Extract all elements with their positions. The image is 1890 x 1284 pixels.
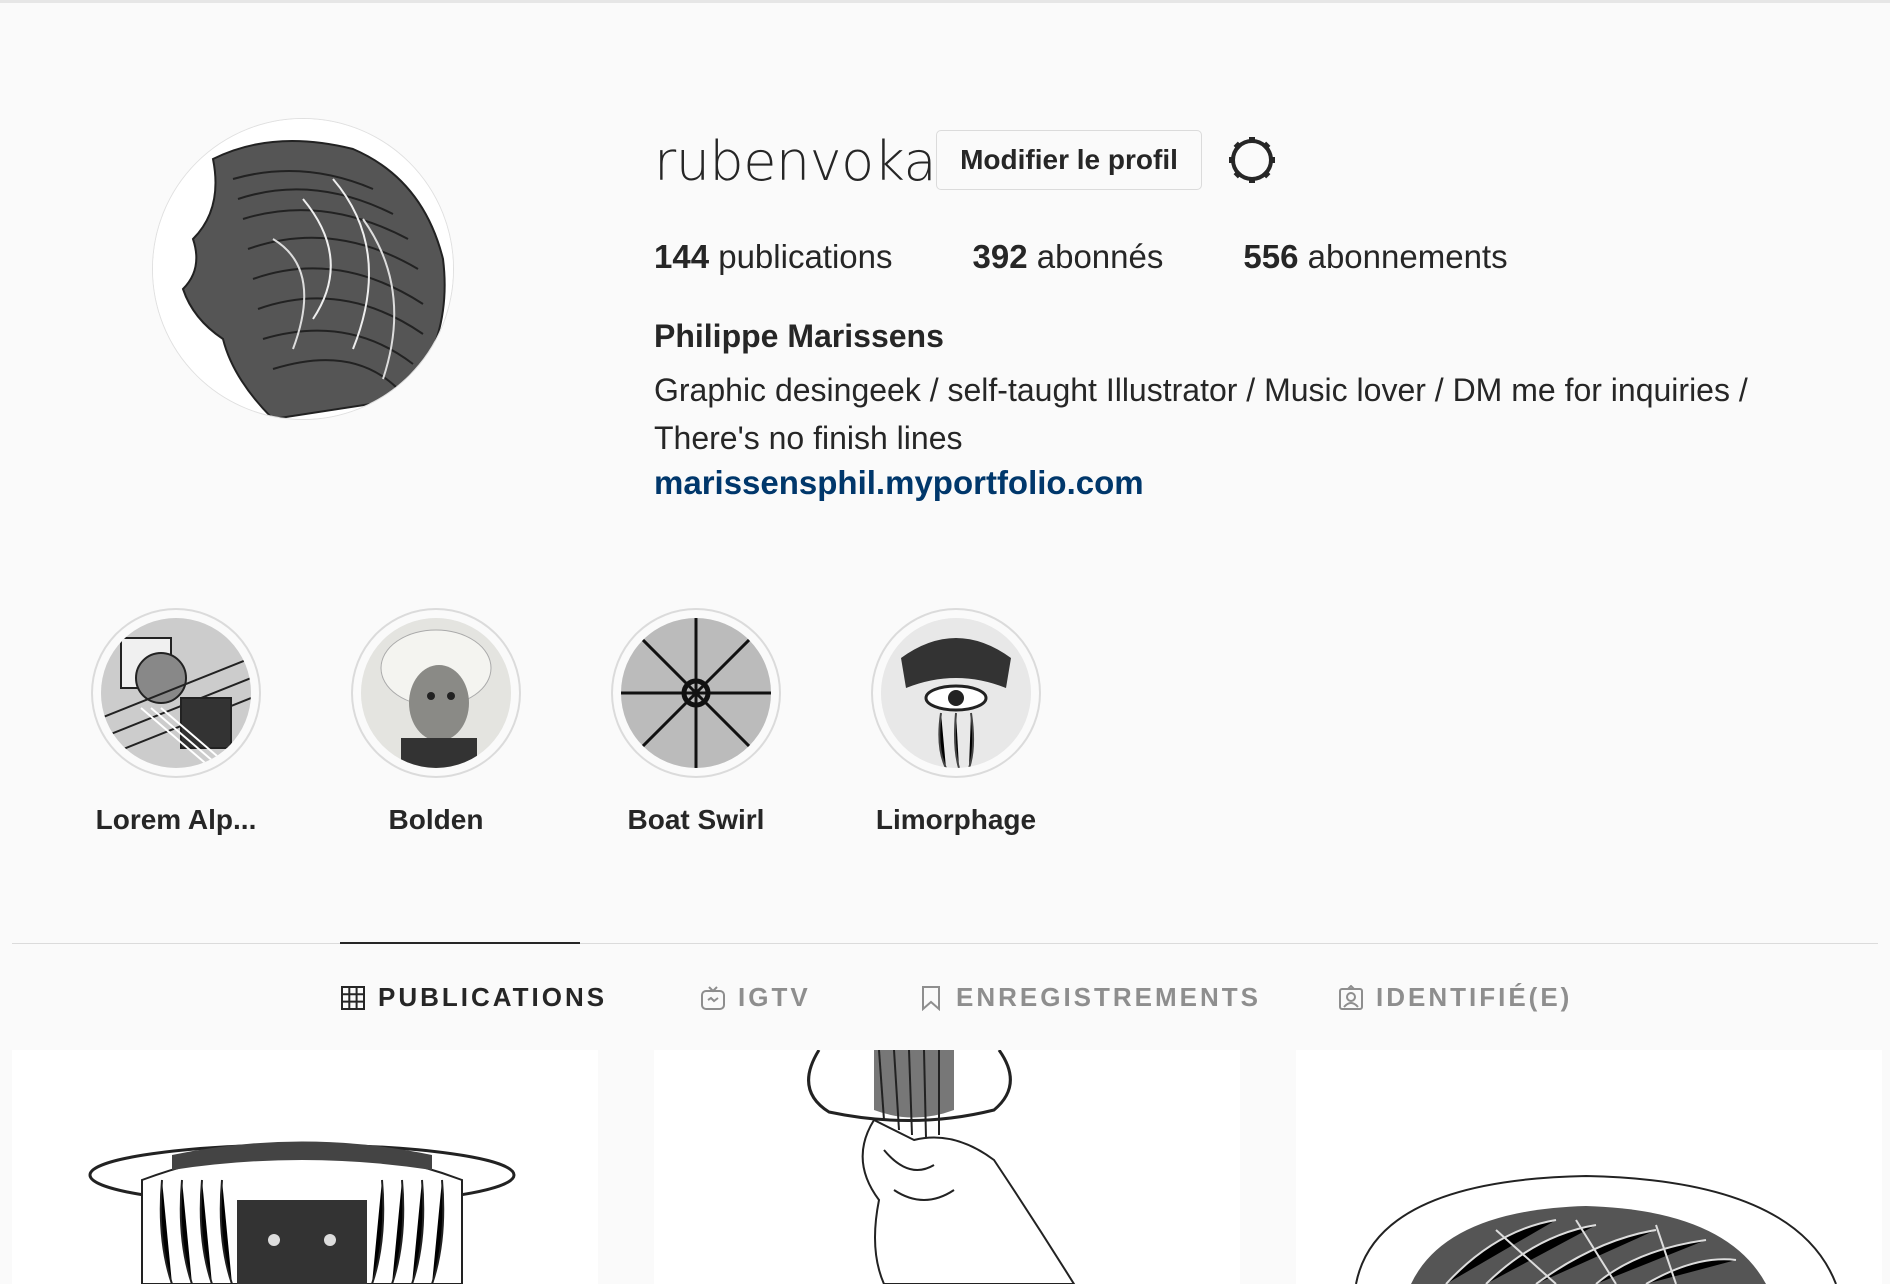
edit-profile-button[interactable]: Modifier le profil	[936, 130, 1202, 190]
tab-tagged[interactable]: IDENTIFIÉ(E)	[1338, 982, 1572, 1013]
top-divider	[0, 0, 1890, 3]
following-stat[interactable]: 556 abonnements	[1243, 238, 1507, 276]
profile-bio: Graphic desingeek / self-taught Illustra…	[654, 372, 1748, 456]
following-count: 556	[1243, 238, 1299, 275]
tagged-icon	[1339, 984, 1363, 1010]
tab-label: IDENTIFIÉ(E)	[1376, 982, 1573, 1012]
tabs-divider	[12, 943, 1878, 944]
active-tab-indicator	[340, 942, 580, 944]
profile-website-link[interactable]: marissensphil.myportfolio.com	[654, 464, 1144, 502]
followers-label: abonnés	[1027, 238, 1164, 275]
posts-count: 144	[654, 238, 710, 275]
avatar-illustration	[153, 119, 453, 419]
tab-saved[interactable]: ENREGISTREMENTS	[918, 982, 1261, 1013]
post-thumbnail[interactable]	[12, 1050, 598, 1284]
highlight-label: Boat Swirl	[627, 804, 765, 835]
highlight-thumbnail	[361, 618, 511, 768]
settings-gear-icon[interactable]	[1226, 134, 1278, 186]
igtv-icon	[701, 985, 725, 1010]
posts-label: publications	[709, 238, 893, 275]
tab-publications[interactable]: PUBLICATIONS	[340, 982, 607, 1013]
tab-label: ENREGISTREMENTS	[956, 982, 1262, 1012]
highlight-lorem-alp[interactable]: Lorem Alp...	[76, 608, 276, 836]
profile-full-name: Philippe Marissens	[654, 318, 944, 354]
posts-stat: 144 publications	[654, 238, 893, 276]
highlight-ring	[351, 608, 521, 778]
post-thumbnail[interactable]	[654, 1050, 1240, 1284]
highlight-label: Lorem Alp...	[95, 804, 257, 835]
profile-username: rubenvoka	[654, 130, 937, 193]
highlight-limorphage[interactable]: Limorphage	[856, 608, 1056, 836]
grid-icon	[341, 985, 365, 1010]
followers-count: 392	[972, 238, 1028, 275]
profile-stats: 144 publications 392 abonnés 556 abonnem…	[654, 238, 1588, 276]
highlight-thumbnail	[881, 618, 1031, 768]
highlight-ring	[611, 608, 781, 778]
bookmark-icon	[922, 985, 940, 1011]
tab-label: PUBLICATIONS	[378, 982, 608, 1012]
tab-label: IGTV	[738, 982, 811, 1012]
highlight-boat-swirl[interactable]: Boat Swirl	[596, 608, 796, 836]
highlight-ring	[871, 608, 1041, 778]
highlight-ring	[91, 608, 261, 778]
highlight-thumbnail	[621, 618, 771, 768]
profile-avatar[interactable]	[152, 118, 454, 420]
highlight-thumbnail	[101, 618, 251, 768]
highlight-bolden[interactable]: Bolden	[336, 608, 536, 836]
highlight-label: Limorphage	[875, 804, 1037, 835]
following-label: abonnements	[1298, 238, 1508, 275]
tab-igtv[interactable]: IGTV	[700, 982, 811, 1013]
highlight-label: Bolden	[388, 804, 484, 835]
post-thumbnail[interactable]	[1296, 1050, 1882, 1284]
profile-page: rubenvoka Modifier le profil 144 publica…	[0, 0, 1890, 1284]
followers-stat[interactable]: 392 abonnés	[973, 238, 1164, 276]
